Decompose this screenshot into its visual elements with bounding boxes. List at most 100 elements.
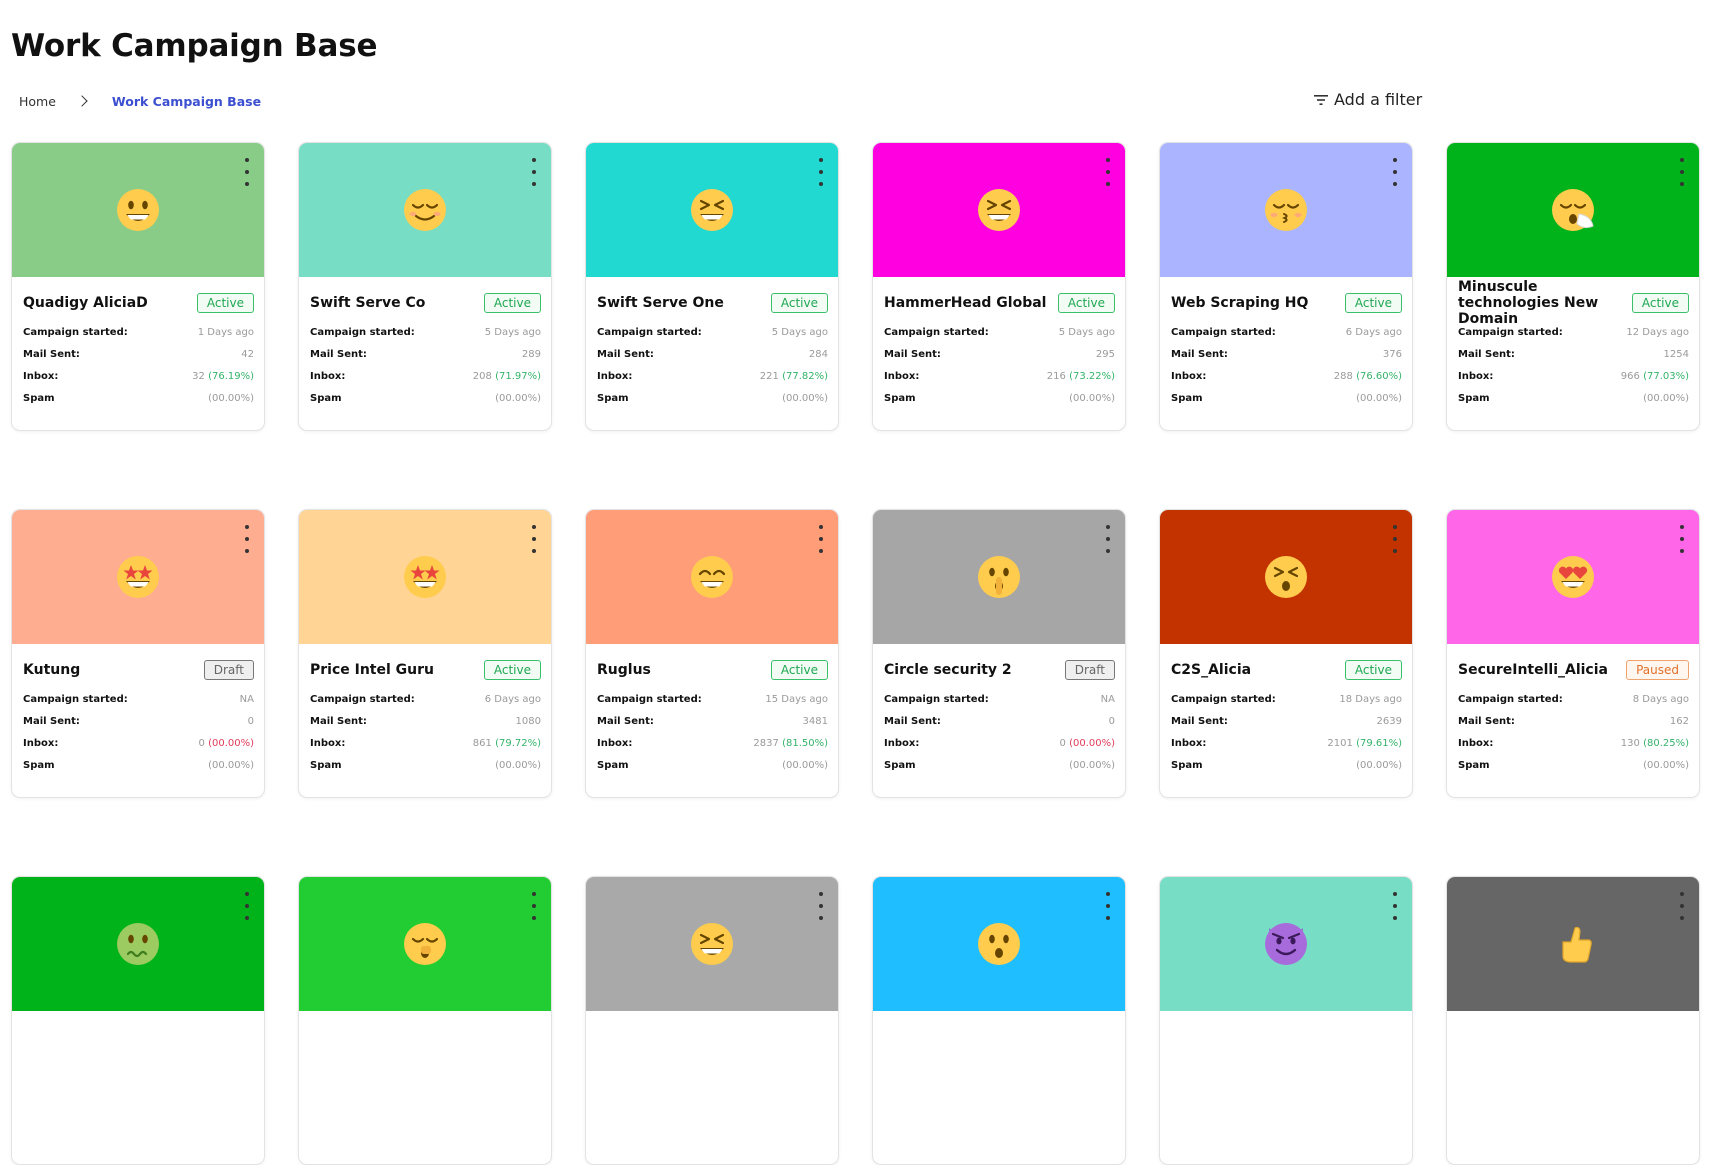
more-options-icon[interactable]: [1391, 892, 1399, 920]
campaign-name[interactable]: Price Intel Guru: [310, 662, 434, 678]
inbox-label: Inbox:: [23, 737, 59, 749]
campaign-name[interactable]: Quadigy AliciaD: [23, 295, 148, 311]
more-options-icon[interactable]: [1391, 158, 1399, 186]
more-options-icon[interactable]: [1678, 525, 1686, 553]
mail-sent-value: 295: [1095, 348, 1115, 360]
more-options-icon[interactable]: [1104, 525, 1112, 553]
inbox-percent: (77.82%): [782, 370, 828, 382]
campaign-card[interactable]: [585, 876, 839, 1165]
more-options-icon[interactable]: [817, 525, 825, 553]
campaign-card[interactable]: Price Intel Guru Active Campaign started: 6…: [298, 509, 552, 798]
more-options-icon[interactable]: [1391, 525, 1399, 553]
card-header: Ruglus Active: [597, 652, 828, 688]
more-options-icon[interactable]: [243, 892, 251, 920]
campaign-card[interactable]: [11, 876, 265, 1165]
campaign-card[interactable]: Ruglus Active Campaign started: 15 Days ago…: [585, 509, 839, 798]
mail-sent-value: 0: [247, 715, 254, 727]
more-options-icon[interactable]: [530, 158, 538, 186]
campaign-name[interactable]: HammerHead Global: [884, 295, 1046, 311]
campaign-card[interactable]: [1159, 876, 1413, 1165]
beaming-face-icon: [691, 556, 733, 598]
spam-row: Spam (00.00%): [1171, 754, 1402, 776]
mail-sent-label: Mail Sent:: [310, 715, 367, 727]
card-header: Swift Serve One Active: [597, 285, 828, 321]
campaign-card[interactable]: Swift Serve One Active Campaign started: 5 …: [585, 142, 839, 431]
campaign-started-value: 1 Days ago: [197, 326, 254, 338]
mail-sent-row: Mail Sent: 1080: [310, 710, 541, 732]
status-badge: Active: [1057, 293, 1115, 313]
status-badge: Draft: [203, 660, 254, 680]
campaign-started-value: 6 Days ago: [1345, 326, 1402, 338]
more-options-icon[interactable]: [1678, 158, 1686, 186]
card-banner: [12, 877, 264, 1011]
mail-sent-row: Mail Sent: 289: [310, 343, 541, 365]
card-banner: [1447, 143, 1699, 277]
card-header: Quadigy AliciaD Active: [23, 285, 254, 321]
more-options-icon[interactable]: [817, 892, 825, 920]
card-banner: [12, 143, 264, 277]
campaign-card[interactable]: HammerHead Global Active Campaign started:…: [872, 142, 1126, 431]
campaign-started-label: Campaign started:: [310, 693, 415, 705]
campaign-name[interactable]: Kutung: [23, 662, 80, 678]
status-badge: Active: [770, 660, 828, 680]
campaign-name[interactable]: Swift Serve Co: [310, 295, 425, 311]
inbox-row: Inbox: 2837 (81.50%): [597, 732, 828, 754]
campaign-card[interactable]: Minuscule technologies New Domain Active C…: [1446, 142, 1700, 431]
inbox-count: 861: [472, 737, 492, 749]
mail-sent-label: Mail Sent:: [23, 348, 80, 360]
more-options-icon[interactable]: [817, 158, 825, 186]
inbox-row: Inbox: 0 (00.00%): [23, 732, 254, 754]
campaign-started-label: Campaign started:: [23, 326, 128, 338]
campaign-started-label: Campaign started:: [1458, 326, 1563, 338]
mail-sent-value: 42: [241, 348, 254, 360]
mail-sent-row: Mail Sent: 42: [23, 343, 254, 365]
campaign-card[interactable]: Circle security 2 Draft Campaign started: N…: [872, 509, 1126, 798]
more-options-icon[interactable]: [530, 892, 538, 920]
campaign-card[interactable]: Swift Serve Co Active Campaign started: 5 D…: [298, 142, 552, 431]
inbox-percent: (79.72%): [495, 737, 541, 749]
spam-row: Spam (00.00%): [1458, 387, 1689, 409]
campaign-card[interactable]: Kutung Draft Campaign started: NA Mail Sent:…: [11, 509, 265, 798]
campaign-card[interactable]: SecureIntelli_Alicia Paused Campaign start…: [1446, 509, 1700, 798]
card-header: SecureIntelli_Alicia Paused: [1458, 652, 1689, 688]
campaign-name[interactable]: Circle security 2: [884, 662, 1012, 678]
campaign-started-label: Campaign started:: [310, 326, 415, 338]
mail-sent-label: Mail Sent:: [884, 348, 941, 360]
campaign-name[interactable]: Minuscule technologies New Domain: [1458, 279, 1632, 327]
more-options-icon[interactable]: [243, 525, 251, 553]
campaign-name[interactable]: Ruglus: [597, 662, 651, 678]
tired-face-icon: [1265, 556, 1307, 598]
inbox-percent: (76.60%): [1356, 370, 1402, 382]
more-options-icon[interactable]: [530, 525, 538, 553]
shushing-face-icon: [978, 556, 1020, 598]
campaign-card[interactable]: [298, 876, 552, 1165]
more-options-icon[interactable]: [1678, 892, 1686, 920]
add-filter-button[interactable]: Add a filter: [1314, 90, 1422, 109]
campaign-name[interactable]: Swift Serve One: [597, 295, 724, 311]
campaign-name[interactable]: SecureIntelli_Alicia: [1458, 662, 1608, 678]
card-banner: [1447, 877, 1699, 1011]
grinning-face-icon: [117, 189, 159, 231]
campaign-card[interactable]: [1446, 876, 1700, 1165]
more-options-icon[interactable]: [243, 158, 251, 186]
breadcrumb-home-link[interactable]: Home: [19, 94, 56, 109]
campaign-card[interactable]: Quadigy AliciaD Active Campaign started: 1 …: [11, 142, 265, 431]
inbox-label: Inbox:: [1458, 737, 1494, 749]
campaign-card[interactable]: C2S_Alicia Active Campaign started: 18 Days…: [1159, 509, 1413, 798]
status-badge: Active: [196, 293, 254, 313]
campaign-name[interactable]: Web Scraping HQ: [1171, 295, 1308, 311]
more-options-icon[interactable]: [1104, 158, 1112, 186]
spam-row: Spam (00.00%): [884, 387, 1115, 409]
inbox-count: 0: [198, 737, 205, 749]
inbox-label: Inbox:: [310, 370, 346, 382]
campaign-card[interactable]: [872, 876, 1126, 1165]
spam-percent: (00.00%): [1069, 759, 1115, 771]
mail-sent-value: 3481: [802, 715, 828, 727]
spam-percent: (00.00%): [1643, 759, 1689, 771]
inbox-label: Inbox:: [1171, 737, 1207, 749]
campaign-card[interactable]: Web Scraping HQ Active Campaign started: 6 …: [1159, 142, 1413, 431]
campaign-name[interactable]: C2S_Alicia: [1171, 662, 1251, 678]
spam-label: Spam: [1171, 759, 1203, 771]
campaign-started-row: Campaign started: 15 Days ago: [597, 688, 828, 710]
more-options-icon[interactable]: [1104, 892, 1112, 920]
